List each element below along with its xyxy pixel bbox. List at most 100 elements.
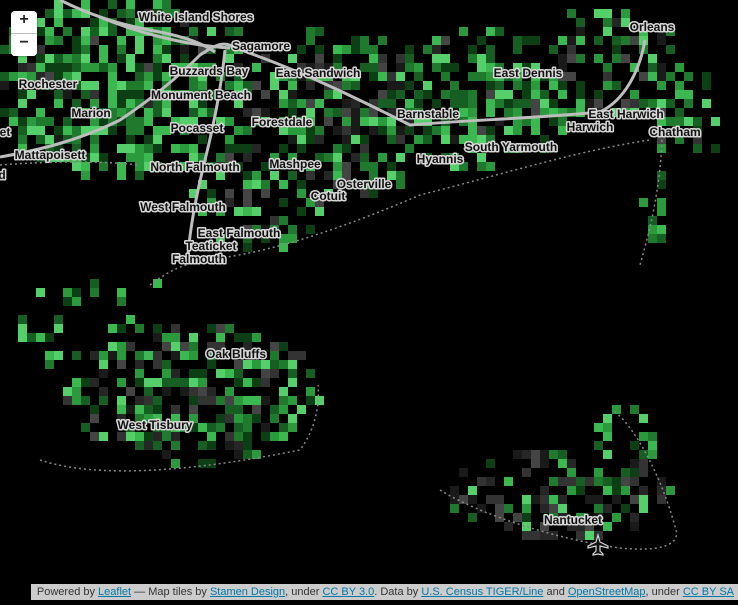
density-cell [342, 81, 351, 90]
density-cell [207, 324, 216, 333]
density-cell [243, 243, 252, 252]
density-cell [117, 81, 126, 90]
density-cell [567, 72, 576, 81]
density-cell [477, 477, 486, 486]
density-cell [72, 126, 81, 135]
density-cell [54, 18, 63, 27]
density-cell [378, 72, 387, 81]
density-cell [495, 99, 504, 108]
density-cell [225, 117, 234, 126]
density-cell [603, 504, 612, 513]
density-cell [594, 441, 603, 450]
density-cell [180, 342, 189, 351]
density-cell [468, 45, 477, 54]
density-cell [288, 99, 297, 108]
density-cell [135, 117, 144, 126]
density-cell [351, 81, 360, 90]
density-cell [117, 171, 126, 180]
stamen-link[interactable]: Stamen Design [210, 586, 285, 598]
density-cell [531, 90, 540, 99]
density-cell [126, 126, 135, 135]
density-cell [279, 360, 288, 369]
density-cell [288, 225, 297, 234]
density-cell [567, 45, 576, 54]
density-cell [450, 81, 459, 90]
density-cell [297, 207, 306, 216]
density-cell [90, 27, 99, 36]
density-cell [162, 378, 171, 387]
density-cell [207, 189, 216, 198]
place-label: West Falmouth [140, 200, 226, 214]
density-cell [45, 27, 54, 36]
density-cell [18, 99, 27, 108]
density-cell [477, 36, 486, 45]
osm-link[interactable]: OpenStreetMap [568, 586, 646, 598]
place-label: West Tisbury [118, 418, 193, 432]
cc-by-30-link[interactable]: CC BY 3.0 [322, 586, 374, 598]
leaflet-link[interactable]: Leaflet [98, 586, 131, 598]
density-cell [342, 126, 351, 135]
density-cell [162, 54, 171, 63]
density-cell [594, 9, 603, 18]
density-cell [288, 135, 297, 144]
density-cell [630, 495, 639, 504]
tiger-link[interactable]: U.S. Census TIGER/Line [421, 586, 543, 598]
density-cell [90, 279, 99, 288]
density-cell [459, 99, 468, 108]
density-cell [153, 333, 162, 342]
density-cell [189, 144, 198, 153]
density-cell [639, 495, 648, 504]
density-cell [549, 495, 558, 504]
map-canvas[interactable]: White Island Shores Sagamore Buzzards Bay E… [0, 0, 738, 600]
cc-by-sa-link[interactable]: CC BY SA [683, 586, 734, 598]
density-cell [387, 81, 396, 90]
density-cell [441, 126, 450, 135]
density-cell [117, 45, 126, 54]
place-label: Falmouth [172, 252, 226, 266]
density-cell [189, 405, 198, 414]
density-cell [603, 450, 612, 459]
density-cell [234, 27, 243, 36]
density-cell [153, 279, 162, 288]
density-cell [171, 405, 180, 414]
density-cell [171, 144, 180, 153]
density-cell [675, 90, 684, 99]
density-cell [45, 135, 54, 144]
density-cell [135, 162, 144, 171]
attribution-bar: Powered by Leaflet — Map tiles by Stamen… [30, 584, 738, 600]
zoom-out-button[interactable]: − [11, 33, 37, 56]
density-cell [477, 153, 486, 162]
density-cell [153, 324, 162, 333]
zoom-in-button[interactable]: + [11, 11, 37, 33]
density-cell [279, 90, 288, 99]
density-cell [108, 324, 117, 333]
density-cell [108, 342, 117, 351]
density-cell [666, 45, 675, 54]
density-cell [486, 81, 495, 90]
place-label: East Harwich [588, 107, 663, 121]
density-cell [450, 90, 459, 99]
map-view[interactable]: White Island Shores Sagamore Buzzards Bay E… [0, 0, 738, 600]
density-cell [522, 81, 531, 90]
density-cell [234, 369, 243, 378]
density-cell [72, 63, 81, 72]
density-cell [486, 45, 495, 54]
density-cell [162, 387, 171, 396]
density-cell [414, 72, 423, 81]
density-cell [639, 486, 648, 495]
density-cell [450, 504, 459, 513]
density-cell [0, 72, 9, 81]
density-cell [594, 495, 603, 504]
density-cell [171, 378, 180, 387]
density-cell [306, 387, 315, 396]
density-cell [153, 0, 162, 9]
density-cell [387, 99, 396, 108]
density-cell [189, 387, 198, 396]
density-cell [207, 459, 216, 468]
density-cell [243, 441, 252, 450]
density-cell [666, 486, 675, 495]
density-cell [387, 126, 396, 135]
density-cell [603, 18, 612, 27]
density-cell [135, 432, 144, 441]
density-cell [531, 99, 540, 108]
